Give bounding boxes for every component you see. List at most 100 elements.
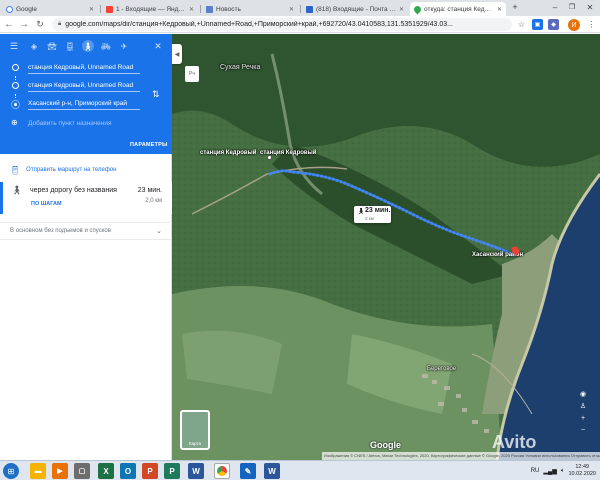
network-icon[interactable]: ▂▄▆ (543, 468, 556, 475)
chrome-icon[interactable] (214, 463, 230, 479)
waypoint-row: станция Кедровый, Unnamed Road (0, 78, 172, 94)
origin-dot-icon (12, 64, 19, 71)
new-tab-icon[interactable]: + (508, 0, 522, 14)
tab-separator (200, 5, 201, 13)
transit-icon[interactable]: 🚆︎ (64, 40, 76, 52)
add-destination-input[interactable]: Добавить пункт назначения (28, 117, 140, 130)
satellite-map[interactable]: ◀ Рч Сухая Речка станция Кедровый станци… (172, 34, 600, 460)
powerpoint-icon[interactable]: P (142, 463, 158, 479)
profile-avatar[interactable]: И (568, 19, 580, 31)
mail-ru-favicon-icon (306, 5, 313, 13)
maps-favicon-icon (412, 4, 423, 14)
hamburger-menu-icon[interactable]: ☰ (8, 40, 20, 52)
media-player-icon[interactable]: ▶ (52, 463, 68, 479)
clock[interactable]: 12:49 10.02.2020 (568, 464, 596, 478)
directions-panel: ☰ ◈ 🚘︎ 🚆︎ 🚶︎ 🚲︎ ✈ ✕ станция Кедровый, Un… (0, 34, 172, 460)
url-text: google.com/maps/dir/станция+Кедровый,+Un… (65, 21, 453, 28)
walking-icon: 🚶︎ (11, 185, 23, 195)
walking-icon: 🚶︎ (357, 209, 365, 215)
tab-separator (100, 5, 101, 13)
elevation-note[interactable]: В основном без подъемов и спусков ⌄ (0, 222, 172, 240)
unknown-app-icon[interactable]: ▢ (74, 463, 90, 479)
tab-label: откуда: станция Кедровый (424, 5, 494, 13)
tab-label: Новость (216, 5, 241, 13)
destination-pin-icon: ⦿ (11, 100, 21, 110)
waypoint-row: ⦿ Хасанский р-н, Приморский край (0, 96, 172, 112)
tab-maps[interactable]: откуда: станция Кедровый ✕ (410, 2, 506, 16)
close-window-icon[interactable]: ✕ (583, 0, 597, 14)
tab-strip: Google ✕ 1 - Входящие — Яндекс.Почта ✕ Н… (0, 0, 600, 16)
route-distance: 2,0 км (145, 198, 162, 204)
explorer-icon[interactable]: ▬ (30, 463, 46, 479)
route-duration: 23 мин. (137, 187, 162, 194)
tab-google[interactable]: Google ✕ (2, 2, 98, 16)
close-directions-icon[interactable]: ✕ (152, 40, 164, 52)
close-icon[interactable]: ✕ (399, 6, 404, 13)
flight-icon[interactable]: ✈ (118, 40, 130, 52)
route-option[interactable]: 🚶︎ через дорогу без названия 23 мин. 2,0… (0, 182, 172, 214)
tab-label: (818) Входящие - Почта Ма (316, 5, 396, 13)
windows-taskbar: ⊞ ▬ ▶ ▢ X O P P W ✎ W RU ▂▄▆ 🔈︎ 12:49 10… (0, 460, 600, 480)
origin-marker[interactable] (267, 155, 272, 160)
map-attribution: Изображения © CNES / Airbus, Maxar Techn… (322, 452, 600, 460)
route-duration-bubble[interactable]: 🚶︎ 23 мин. 2 км (354, 206, 391, 223)
bubble-duration: 23 мин. (365, 207, 391, 214)
tab-label: 1 - Входящие — Яндекс.Почта (116, 5, 186, 13)
tab-news[interactable]: Новость ✕ (202, 2, 298, 16)
zoom-out-icon[interactable]: − (577, 425, 589, 435)
send-to-phone-label: Отправить маршрут на телефон (26, 167, 117, 173)
publisher-icon[interactable]: P (164, 463, 180, 479)
reload-icon[interactable]: ↻ (34, 18, 46, 30)
directions-header: ☰ ◈ 🚘︎ 🚆︎ 🚶︎ 🚲︎ ✈ ✕ станция Кедровый, Un… (0, 34, 172, 154)
close-icon[interactable]: ✕ (289, 6, 294, 13)
outlook-icon[interactable]: O (120, 463, 136, 479)
tab-mail-ru[interactable]: (818) Входящие - Почта Ма ✕ (302, 2, 408, 16)
back-icon[interactable]: ← (3, 18, 15, 30)
destination-input[interactable]: Хасанский р-н, Приморский край (28, 97, 140, 110)
options-button[interactable]: ПАРАМЕТРЫ (130, 142, 168, 148)
news-favicon-icon (206, 5, 213, 13)
start-button[interactable]: ⊞ (3, 463, 19, 479)
close-icon[interactable]: ✕ (497, 6, 502, 13)
avito-watermark: Avito (492, 432, 537, 452)
elevation-note-text: В основном без подъемов и спусков (10, 228, 111, 234)
language-indicator[interactable]: RU (531, 468, 540, 474)
area-label: Сухая Речка (220, 64, 261, 71)
paint-icon[interactable]: ✎ (240, 463, 256, 479)
address-bar[interactable]: 🔒︎ google.com/maps/dir/станция+Кедровый,… (52, 18, 512, 31)
send-to-phone-link[interactable]: 📱︎ Отправить маршрут на телефон (0, 162, 172, 178)
word-icon[interactable]: W (188, 463, 204, 479)
zoom-in-icon[interactable]: + (577, 413, 589, 423)
tab-yandex-mail[interactable]: 1 - Входящие — Яндекс.Почта ✕ (102, 2, 198, 16)
map-layers-button[interactable]: Рч (185, 66, 199, 82)
details-link[interactable]: ПО ШАГАМ (31, 201, 62, 207)
collapse-panel-button[interactable]: ◀ (172, 44, 182, 64)
forward-icon[interactable]: → (18, 18, 30, 30)
close-icon[interactable]: ✕ (89, 6, 94, 13)
volume-icon[interactable]: 🔈︎ (561, 468, 565, 475)
compass-icon[interactable]: ◉ (577, 389, 589, 399)
car-icon[interactable]: 🚘︎ (46, 40, 58, 52)
word-icon-2[interactable]: W (264, 463, 280, 479)
minimize-icon[interactable]: – (548, 0, 562, 14)
extension-icon[interactable]: ▣ (532, 19, 543, 30)
tab-label: Google (16, 5, 37, 13)
waypoint-input[interactable]: станция Кедровый, Unnamed Road (28, 79, 140, 92)
bicycle-icon[interactable]: 🚲︎ (100, 40, 112, 52)
lock-icon: 🔒︎ (58, 21, 62, 27)
maximize-icon[interactable]: ❐ (565, 0, 579, 14)
close-icon[interactable]: ✕ (189, 6, 194, 13)
swap-icon[interactable]: ⇅ (152, 89, 160, 100)
extension-icon[interactable]: ◆ (548, 19, 559, 30)
add-destination-row[interactable]: ⊕ Добавить пункт назначения (0, 116, 172, 132)
best-route-icon[interactable]: ◈ (28, 40, 40, 52)
map-type-toggle[interactable]: Карта (180, 410, 210, 450)
origin-input[interactable]: станция Кедровый, Unnamed Road (28, 61, 140, 74)
pegman-icon[interactable]: ♙ (577, 401, 589, 411)
system-tray: RU ▂▄▆ 🔈︎ 12:49 10.02.2020 (531, 462, 596, 480)
star-icon[interactable]: ☆ (516, 19, 527, 30)
walking-icon[interactable]: 🚶︎ (82, 40, 94, 52)
excel-icon[interactable]: X (98, 463, 114, 479)
menu-icon[interactable]: ⋮ (586, 19, 597, 30)
zoom-controls: ◉ ♙ + − (577, 389, 593, 437)
